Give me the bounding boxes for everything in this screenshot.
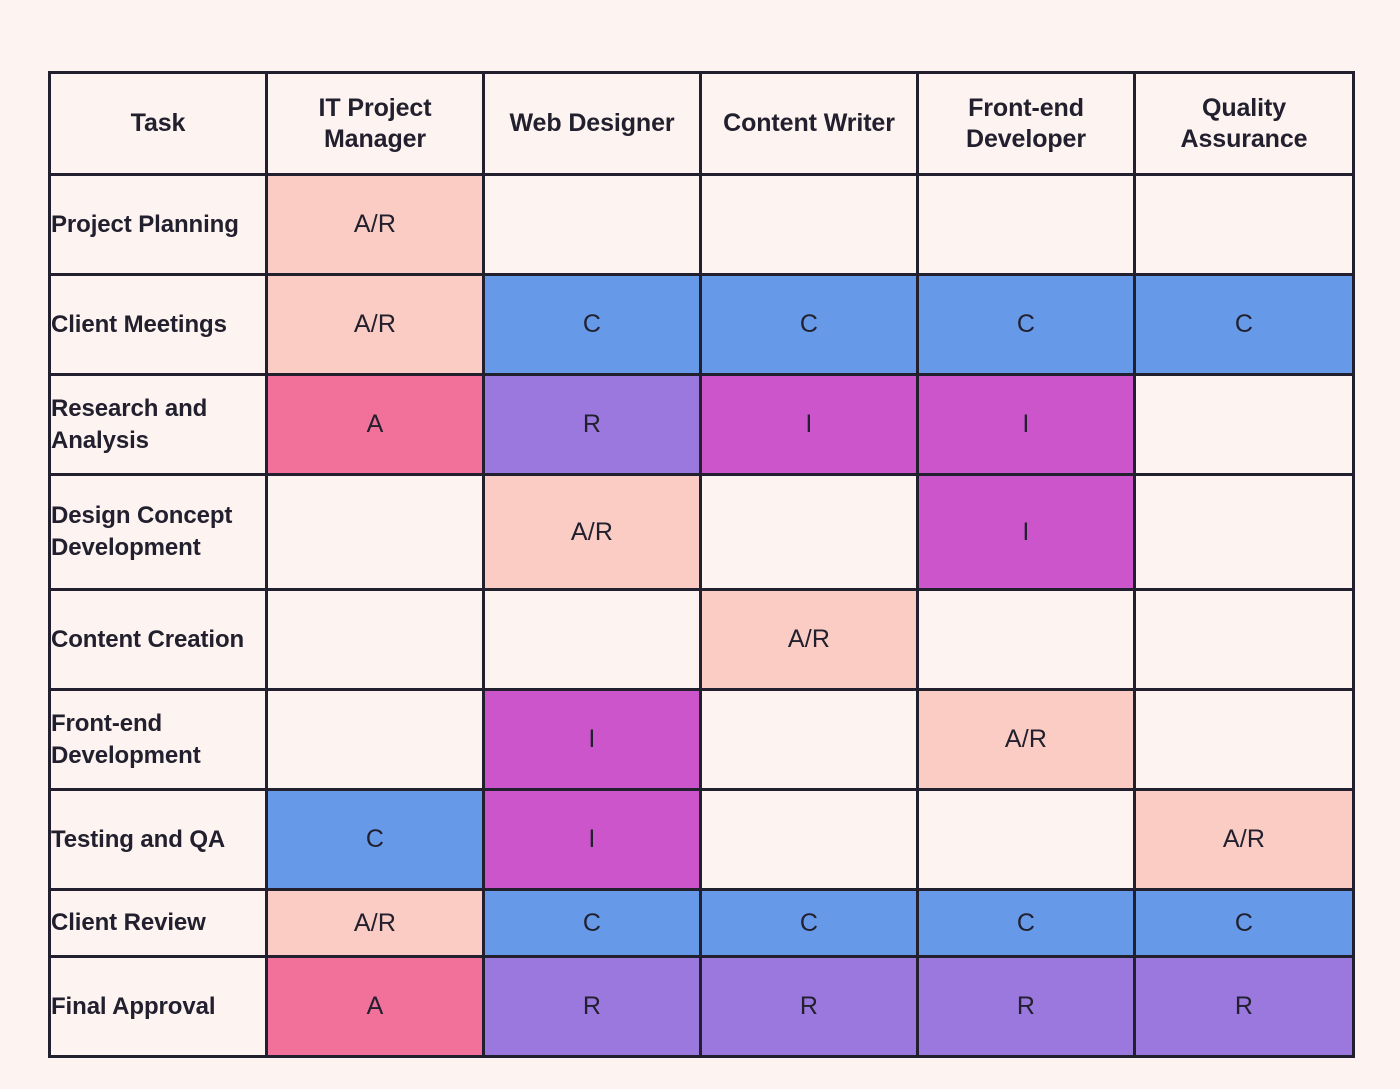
raci-cell: R	[482, 955, 702, 1058]
table-row: Front-end Development I A/R	[48, 688, 1355, 791]
raci-cell: A/R	[699, 588, 919, 691]
raci-cell	[699, 173, 919, 276]
raci-cell	[916, 788, 1136, 891]
table-header: Task IT Project Manager Web Designer Conten…	[48, 71, 1355, 176]
table-row: Testing and QA C I A/R	[48, 788, 1355, 891]
table-row: Project Planning A/R	[48, 173, 1355, 276]
raci-matrix-container: Task IT Project Manager Web Designer Conten…	[48, 71, 1355, 1058]
task-name-cell: Front-end Development	[48, 688, 268, 791]
raci-cell: I	[916, 373, 1136, 476]
raci-cell: C	[916, 273, 1136, 376]
raci-cell: A/R	[265, 888, 485, 958]
raci-cell	[482, 173, 702, 276]
raci-cell: A/R	[1133, 788, 1355, 891]
raci-cell	[1133, 473, 1355, 591]
raci-cell	[699, 788, 919, 891]
table-row: Content Creation A/R	[48, 588, 1355, 691]
raci-cell: C	[1133, 273, 1355, 376]
raci-cell	[1133, 373, 1355, 476]
raci-cell: R	[699, 955, 919, 1058]
raci-cell: I	[699, 373, 919, 476]
raci-cell: R	[482, 373, 702, 476]
raci-cell: C	[916, 888, 1136, 958]
table-row: Client Review A/R C C C C	[48, 888, 1355, 958]
table-row: Research and Analysis A R I I	[48, 373, 1355, 476]
raci-cell	[699, 688, 919, 791]
raci-cell: C	[482, 273, 702, 376]
raci-cell	[1133, 173, 1355, 276]
table-row: Design Concept Development A/R I	[48, 473, 1355, 591]
raci-cell: A	[265, 955, 485, 1058]
raci-cell	[1133, 688, 1355, 791]
table-body: Project Planning A/R Client Meetings A/R C C C…	[48, 173, 1355, 1058]
task-name-cell: Final Approval	[48, 955, 268, 1058]
raci-cell: R	[916, 955, 1136, 1058]
table-row: Client Meetings A/R C C C C	[48, 273, 1355, 376]
task-name-cell: Testing and QA	[48, 788, 268, 891]
raci-cell	[1133, 588, 1355, 691]
raci-cell: I	[916, 473, 1136, 591]
task-name-cell: Project Planning	[48, 173, 268, 276]
raci-cell: R	[1133, 955, 1355, 1058]
raci-cell	[916, 173, 1136, 276]
table-row: Final Approval A R R R R	[48, 955, 1355, 1058]
task-name-cell: Design Concept Development	[48, 473, 268, 591]
raci-cell: A/R	[265, 273, 485, 376]
raci-cell: C	[482, 888, 702, 958]
task-name-cell: Client Review	[48, 888, 268, 958]
raci-cell: A	[265, 373, 485, 476]
raci-cell	[916, 588, 1136, 691]
raci-cell	[265, 473, 485, 591]
raci-cell: C	[699, 888, 919, 958]
raci-cell: I	[482, 688, 702, 791]
raci-cell	[265, 688, 485, 791]
raci-cell: A/R	[482, 473, 702, 591]
column-header-role: IT Project Manager	[265, 71, 485, 176]
task-name-cell: Content Creation	[48, 588, 268, 691]
raci-cell	[482, 588, 702, 691]
column-header-task: Task	[48, 71, 268, 176]
raci-cell: I	[482, 788, 702, 891]
raci-cell	[265, 588, 485, 691]
task-name-cell: Research and Analysis	[48, 373, 268, 476]
raci-cell: C	[1133, 888, 1355, 958]
header-row: Task IT Project Manager Web Designer Conten…	[48, 71, 1355, 176]
raci-matrix-table: Task IT Project Manager Web Designer Conten…	[48, 71, 1355, 1058]
task-name-cell: Client Meetings	[48, 273, 268, 376]
raci-cell: A/R	[916, 688, 1136, 791]
raci-cell: C	[265, 788, 485, 891]
raci-cell	[699, 473, 919, 591]
column-header-role: Quality Assurance	[1133, 71, 1355, 176]
column-header-role: Front-end Developer	[916, 71, 1136, 176]
raci-cell: C	[699, 273, 919, 376]
raci-cell: A/R	[265, 173, 485, 276]
column-header-role: Web Designer	[482, 71, 702, 176]
column-header-role: Content Writer	[699, 71, 919, 176]
